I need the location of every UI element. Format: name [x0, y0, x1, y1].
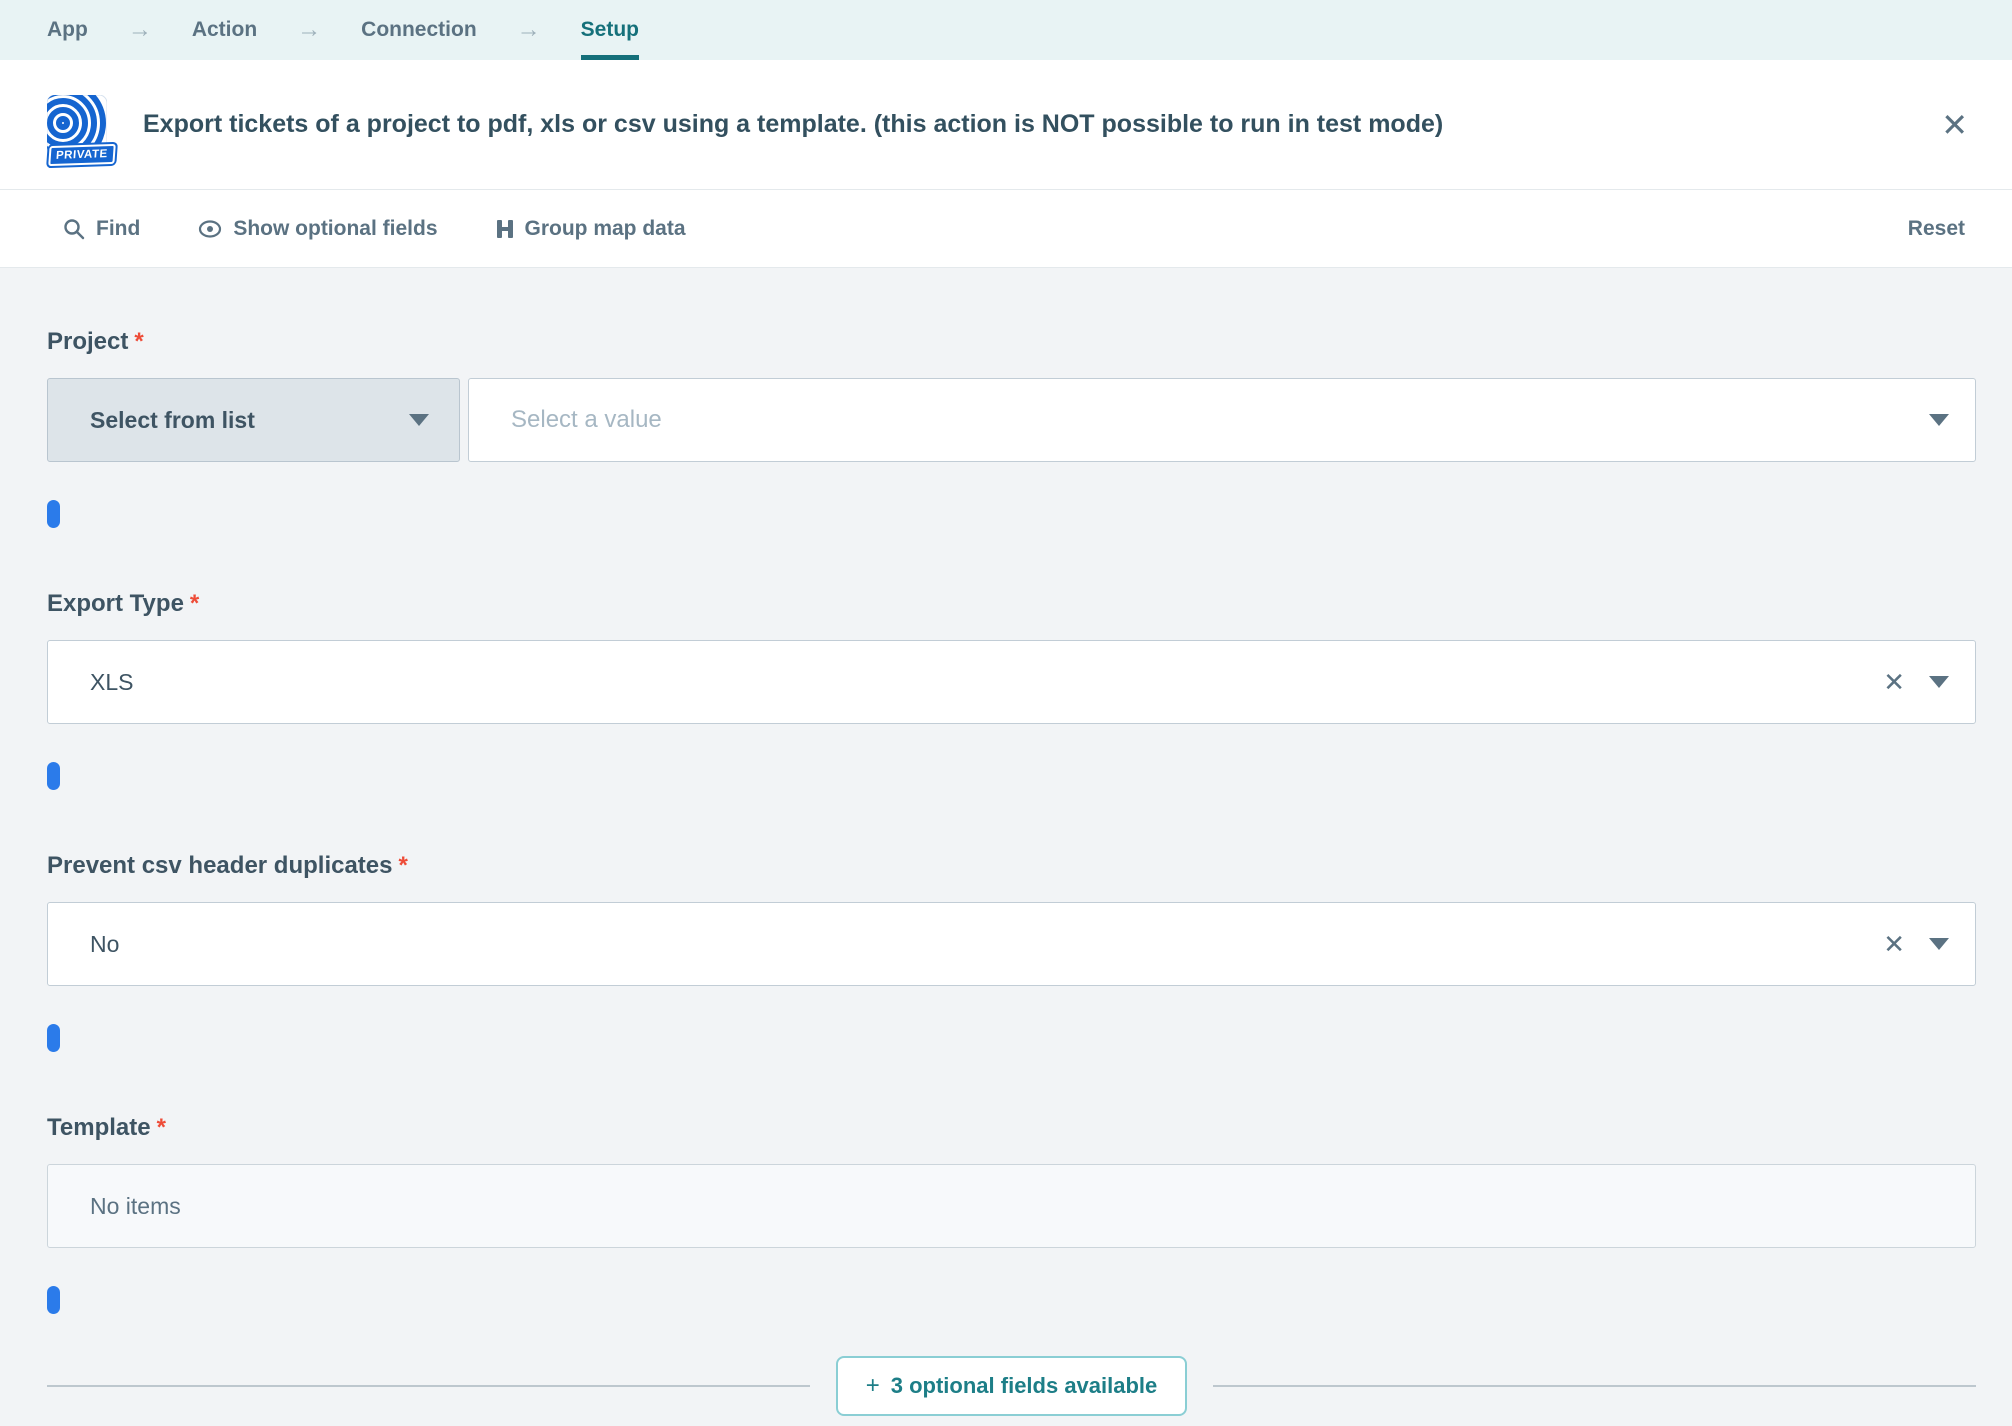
- required-asterisk: *: [134, 328, 143, 355]
- show-optional-fields-label: Show optional fields: [233, 217, 437, 241]
- eye-icon: [198, 220, 222, 238]
- export-type-label: Export Type*: [47, 590, 1976, 618]
- jsonpath-toggle-handle[interactable]: [47, 762, 60, 790]
- prevent-duplicates-value: No: [90, 931, 119, 958]
- chevron-down-icon[interactable]: [1929, 414, 1949, 426]
- export-type-select[interactable]: XLS ✕: [47, 640, 1976, 724]
- field-group-template: Template* No items: [47, 1114, 1976, 1314]
- template-label: Template*: [47, 1114, 1976, 1142]
- form-toolbar: Find Show optional fields Group map data…: [0, 190, 2012, 268]
- action-description: Export tickets of a project to pdf, xls …: [143, 110, 1897, 139]
- private-badge: PRIVATE: [48, 143, 115, 165]
- jsonpath-toggle-handle[interactable]: [47, 500, 60, 528]
- project-mode-select[interactable]: Select from list: [47, 378, 460, 462]
- show-optional-fields-expander[interactable]: + 3 optional fields available: [836, 1356, 1188, 1416]
- optional-fields-row: + 3 optional fields available: [47, 1356, 1976, 1416]
- reset-button[interactable]: Reset: [1908, 217, 1965, 241]
- project-controls: Select from list Select a value: [47, 378, 1976, 462]
- search-icon: [63, 218, 85, 240]
- field-group-export-type: Export Type* XLS ✕: [47, 590, 1976, 790]
- group-map-data-label: Group map data: [525, 217, 686, 241]
- stepper-step-action[interactable]: Action: [192, 0, 257, 60]
- template-controls: No items: [47, 1164, 1976, 1248]
- export-type-label-text: Export Type: [47, 590, 184, 617]
- plus-icon: +: [866, 1372, 880, 1400]
- show-optional-fields-button[interactable]: Show optional fields: [198, 217, 437, 241]
- close-icon[interactable]: ✕: [1933, 105, 1976, 145]
- prevent-duplicates-label-text: Prevent csv header duplicates: [47, 852, 393, 879]
- chevron-down-icon: [409, 414, 429, 426]
- divider-line: [47, 1385, 810, 1387]
- export-type-value: XLS: [90, 669, 133, 696]
- export-type-select-icons: ✕: [1883, 669, 1949, 695]
- project-placeholder: Select a value: [511, 406, 662, 434]
- required-asterisk: *: [399, 852, 408, 879]
- arrow-right-icon: →: [297, 0, 321, 60]
- prevent-duplicates-select-icons: ✕: [1883, 931, 1949, 957]
- setup-form: Project* Select from list Select a value…: [0, 268, 2012, 1416]
- setup-stepper: App → Action → Connection → Setup: [0, 0, 2012, 60]
- action-header: PRIVATE Export tickets of a project to p…: [0, 60, 2012, 190]
- find-button[interactable]: Find: [63, 217, 140, 241]
- stepper-step-app[interactable]: App: [47, 0, 88, 60]
- prevent-duplicates-label: Prevent csv header duplicates*: [47, 852, 1976, 880]
- template-select[interactable]: No items: [47, 1164, 1976, 1248]
- connector-logo: PRIVATE: [47, 95, 107, 155]
- project-label: Project*: [47, 328, 1976, 356]
- optional-fields-count-label: 3 optional fields available: [891, 1373, 1158, 1399]
- stepper-step-connection[interactable]: Connection: [361, 0, 477, 60]
- arrow-right-icon: →: [517, 0, 541, 60]
- stepper-step-setup[interactable]: Setup: [581, 0, 639, 60]
- group-columns-icon: [496, 219, 514, 239]
- project-select-icons: [1929, 414, 1949, 426]
- project-label-text: Project: [47, 328, 128, 355]
- chevron-down-icon[interactable]: [1929, 938, 1949, 950]
- divider-line: [1213, 1385, 1976, 1387]
- prevent-duplicates-select[interactable]: No ✕: [47, 902, 1976, 986]
- project-mode-label: Select from list: [90, 407, 255, 434]
- arrow-right-icon: →: [128, 0, 152, 60]
- field-group-project: Project* Select from list Select a value: [47, 328, 1976, 528]
- chevron-down-icon[interactable]: [1929, 676, 1949, 688]
- clear-icon[interactable]: ✕: [1883, 669, 1905, 695]
- export-type-controls: XLS ✕: [47, 640, 1976, 724]
- template-label-text: Template: [47, 1114, 151, 1141]
- project-value-select[interactable]: Select a value: [468, 378, 1976, 462]
- jsonpath-toggle-handle[interactable]: [47, 1024, 60, 1052]
- prevent-duplicates-controls: No ✕: [47, 902, 1976, 986]
- required-asterisk: *: [157, 1114, 166, 1141]
- required-asterisk: *: [190, 590, 199, 617]
- find-label: Find: [96, 217, 140, 241]
- clear-icon[interactable]: ✕: [1883, 931, 1905, 957]
- field-group-prevent-duplicates: Prevent csv header duplicates* No ✕: [47, 852, 1976, 1052]
- reset-label: Reset: [1908, 217, 1965, 241]
- group-map-data-button[interactable]: Group map data: [496, 217, 686, 241]
- jsonpath-toggle-handle[interactable]: [47, 1286, 60, 1314]
- template-empty-value: No items: [90, 1193, 181, 1220]
